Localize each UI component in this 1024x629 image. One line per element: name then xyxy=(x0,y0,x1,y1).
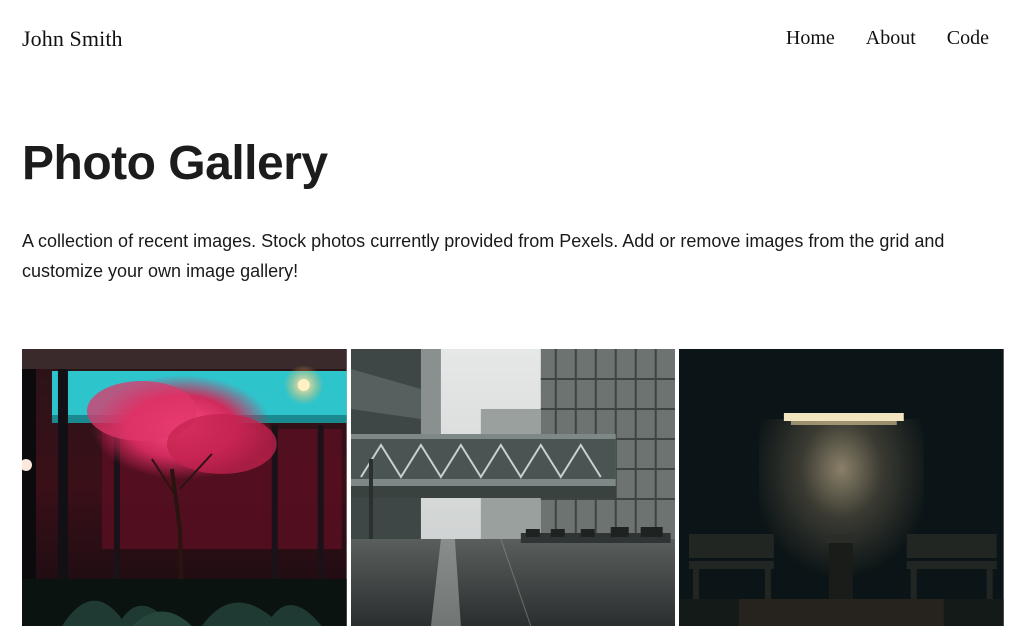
gallery-photo-3[interactable] xyxy=(679,349,1005,626)
nav-about-link[interactable]: About xyxy=(866,27,916,50)
gallery-photo-2-image xyxy=(350,349,676,626)
main-nav: Home About Code xyxy=(786,27,989,50)
photo-gallery-grid xyxy=(22,349,1005,626)
nav-home-link[interactable]: Home xyxy=(786,27,835,50)
gallery-photo-2[interactable] xyxy=(350,349,676,626)
nav-code-link[interactable]: Code xyxy=(947,27,989,50)
site-brand[interactable]: John Smith xyxy=(22,26,123,52)
page-description: A collection of recent images. Stock pho… xyxy=(22,231,945,281)
site-header: John Smith Home About Code xyxy=(0,0,1024,78)
gallery-photo-1[interactable] xyxy=(22,349,347,626)
gallery-photo-1-image xyxy=(22,349,347,626)
page-title: Photo Gallery xyxy=(22,137,328,190)
gallery-photo-3-image xyxy=(679,349,1005,626)
